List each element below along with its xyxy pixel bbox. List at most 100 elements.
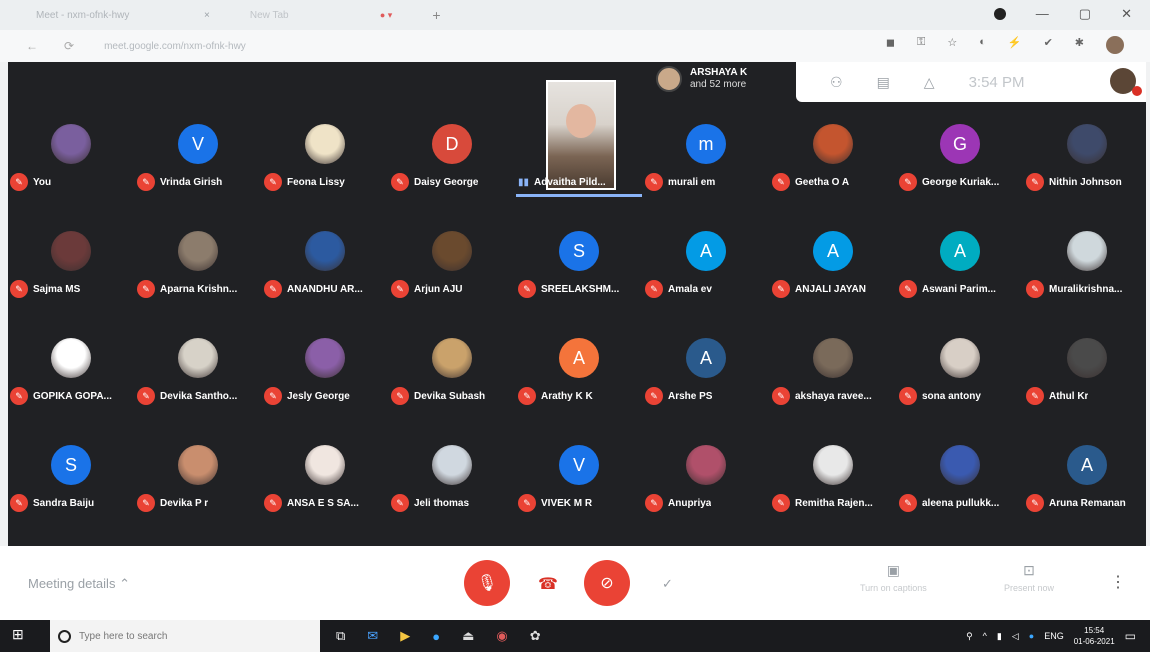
mic-toggle-button[interactable]: 🎙︎ — [464, 560, 510, 606]
participant-tile[interactable]: ✎ Nithin Johnson — [1024, 102, 1150, 218]
meeting-controls-bar: Meeting details ⌃ 🎙︎ ☎ ⊘ ✓ ▣ Turn on cap… — [0, 546, 1150, 620]
reload-icon[interactable]: ⟳ — [64, 39, 74, 53]
volume-icon[interactable]: ◁ — [1012, 631, 1019, 642]
minimize-icon[interactable]: — — [1036, 6, 1049, 22]
participant-tile[interactable]: A ✎ Amala ev — [643, 209, 769, 325]
chevron-up-tray-icon[interactable]: ^ — [983, 631, 987, 641]
puzzle-icon[interactable]: ✱ — [1075, 36, 1084, 54]
app-icon[interactable]: ✿ — [530, 628, 541, 644]
network-icon[interactable]: ▮ — [997, 631, 1002, 642]
participant-name: Feona Lissy — [287, 176, 345, 188]
chat-icon[interactable]: ▤ — [877, 74, 890, 91]
usb-icon[interactable]: ⏏ — [462, 628, 474, 644]
participant-avatar — [432, 231, 472, 271]
participant-tile[interactable]: ✎ aleena pullukk... — [897, 423, 1023, 539]
participant-tile[interactable]: ▮▮ Advaitha Pild... — [516, 80, 642, 218]
participant-avatar — [51, 124, 91, 164]
participant-tile[interactable]: ✎ Arjun AJU — [389, 209, 515, 325]
present-now-button[interactable]: ⊡ Present now — [1004, 562, 1054, 593]
meeting-details-button[interactable]: Meeting details ⌃ — [28, 576, 130, 592]
onedrive-icon[interactable]: ● — [1029, 631, 1034, 641]
participant-tile[interactable]: ✎ Devika P r — [135, 423, 261, 539]
edge-icon[interactable]: ● — [432, 629, 440, 644]
url-field[interactable]: meet.google.com/nxm-ofnk-hwy — [104, 41, 246, 52]
participant-tile[interactable]: ✎ ANANDHU AR... — [262, 209, 388, 325]
chrome-icon[interactable]: ◉ — [496, 628, 507, 644]
back-icon[interactable]: ← — [26, 39, 38, 53]
more-options-icon[interactable]: ⋮ — [1110, 572, 1126, 592]
key-icon[interactable]: ⚿ — [917, 36, 925, 54]
participant-tile[interactable]: ✎ Athul Kr — [1024, 316, 1150, 432]
notifications-icon[interactable]: ▭ — [1125, 629, 1136, 643]
participant-tile[interactable]: ✎ Devika Santho... — [135, 316, 261, 432]
camera-icon[interactable]: ◼ — [886, 36, 895, 54]
participant-tile[interactable]: S ✎ Sandra Baiju — [8, 423, 134, 539]
participant-tile[interactable]: ✎ Jesly George — [262, 316, 388, 432]
language-indicator[interactable]: ENG — [1044, 631, 1064, 641]
browser-tab-new[interactable]: New Tab — [250, 10, 350, 21]
participant-tile[interactable]: ✎ Muralikrishna... — [1024, 209, 1150, 325]
star-icon[interactable]: ☆ — [947, 36, 957, 54]
participant-tile[interactable]: m ✎ murali em — [643, 102, 769, 218]
participant-name: Devika Subash — [414, 390, 486, 402]
participant-tile[interactable]: ✎ Aparna Krishn... — [135, 209, 261, 325]
participant-tile[interactable]: S ✎ SREELAKSHM... — [516, 209, 642, 325]
participant-tile[interactable]: ✎ Feona Lissy — [262, 102, 388, 218]
extension-icons: ◼ ⚿ ☆ ◐ ⚡ ✔ ✱ — [886, 36, 1124, 54]
activities-icon[interactable]: △ — [924, 74, 935, 91]
participant-tile[interactable]: ✎ Jeli thomas — [389, 423, 515, 539]
participant-tile[interactable]: G ✎ George Kuriak... — [897, 102, 1023, 218]
close-tab-icon[interactable]: × — [204, 10, 210, 21]
captions-button[interactable]: ▣ Turn on captions — [860, 562, 927, 593]
camera-toggle-button[interactable]: ⊘ — [584, 560, 630, 606]
participant-tile[interactable]: ✎ sona antony — [897, 316, 1023, 432]
participant-tile[interactable]: ✎ akshaya ravee... — [770, 316, 896, 432]
participant-tile[interactable]: V ✎ VIVEK M R — [516, 423, 642, 539]
people-icon[interactable]: ⚇ — [830, 74, 843, 91]
participant-tile[interactable]: ✎ Remitha Rajen... — [770, 423, 896, 539]
participant-name: Arshe PS — [668, 390, 713, 402]
participant-tile[interactable]: A ✎ Aswani Parim... — [897, 209, 1023, 325]
restore-icon[interactable]: ▢ — [1079, 6, 1091, 22]
participant-name: Devika Santho... — [160, 390, 238, 402]
task-view-icon[interactable]: ⧉ — [336, 628, 345, 644]
participant-tile[interactable]: A ✎ Aruna Remanan — [1024, 423, 1150, 539]
participant-tile[interactable]: ✎ Sajma MS — [8, 209, 134, 325]
check-extension-icon[interactable]: ✔ — [1044, 36, 1053, 54]
participant-tile[interactable]: ✎ ANSA E S SA... — [262, 423, 388, 539]
mic-off-icon: ✎ — [899, 387, 917, 405]
new-tab-icon[interactable]: + — [432, 7, 440, 23]
participant-avatar — [305, 124, 345, 164]
participant-avatar: m — [686, 124, 726, 164]
browser-address-bar: ← ⟳ meet.google.com/nxm-ofnk-hwy ◼ ⚿ ☆ ◐… — [0, 30, 1150, 62]
participant-tile[interactable]: A ✎ Arathy K K — [516, 316, 642, 432]
profile-avatar[interactable] — [1106, 36, 1124, 54]
browser-tab-meet[interactable]: Meet - nxm-ofnk-hwy — [36, 10, 196, 21]
check-icon[interactable]: ✓ — [662, 576, 673, 592]
extension-icon[interactable]: ◐ — [979, 36, 986, 54]
participant-name-row: ✎ Geetha O A — [772, 172, 896, 192]
participant-tile[interactable]: ✎ GOPIKA GOPA... — [8, 316, 134, 432]
participant-tile[interactable]: ✎ You — [8, 102, 134, 218]
mail-icon[interactable]: ✉ — [367, 628, 378, 644]
participant-tile[interactable]: ✎ Devika Subash — [389, 316, 515, 432]
media-icon[interactable]: ▶ — [400, 628, 410, 644]
participant-tile[interactable]: ✎ Geetha O A — [770, 102, 896, 218]
participant-name: Aparna Krishn... — [160, 283, 238, 295]
mute-icon[interactable]: ⚡ — [1008, 36, 1022, 54]
people-tray-icon[interactable]: ⚲ — [966, 631, 973, 642]
taskbar-clock[interactable]: 15:54 01-06-2021 — [1074, 625, 1115, 647]
participant-tile[interactable]: A ✎ ANJALI JAYAN — [770, 209, 896, 325]
meeting-clock: 3:54 PM — [968, 73, 1025, 91]
participant-tile[interactable]: ✎ Anupriya — [643, 423, 769, 539]
participant-name: Jesly George — [287, 390, 350, 402]
presenter-chip[interactable]: ARSHAYA K and 52 more — [656, 66, 747, 92]
participant-tile[interactable]: A ✎ Arshe PS — [643, 316, 769, 432]
participant-tile[interactable]: V ✎ Vrinda Girish — [135, 102, 261, 218]
participant-tile[interactable]: D ✎ Daisy George — [389, 102, 515, 218]
hang-up-button[interactable]: ☎ — [538, 574, 558, 594]
record-icon[interactable] — [993, 8, 1006, 20]
windows-start-icon[interactable]: ⊞ — [12, 626, 42, 646]
close-window-icon[interactable]: ✕ — [1121, 6, 1132, 22]
taskbar-search[interactable]: Type here to search — [50, 620, 320, 652]
